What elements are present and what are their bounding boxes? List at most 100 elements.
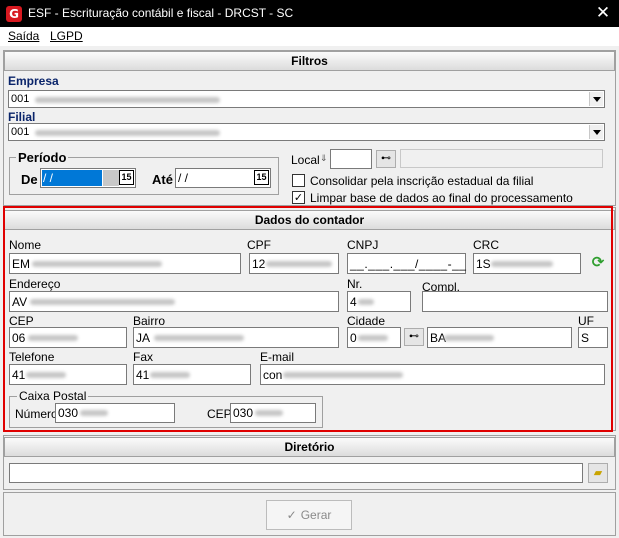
cep2-field[interactable]: 030 [230,403,316,423]
de-date-gap [103,170,119,186]
menu-saida[interactable]: Saída [8,29,39,43]
filtros-header: Filtros [4,51,615,71]
redacted-bairro [154,335,244,341]
redacted-cep [28,335,78,341]
checkmark-icon: ✓ [286,508,297,522]
chevron-down-icon[interactable] [589,92,603,106]
nome-label: Nome [9,238,42,252]
crc-field[interactable]: 1S [473,253,581,274]
redacted-cidade [444,335,494,341]
email-value: con [263,368,283,382]
telefone-field[interactable]: 41 [9,364,127,385]
calendar-icon[interactable]: 15 [119,170,134,185]
redacted-cidade-code [358,335,388,341]
endereco-field[interactable]: AV [9,291,339,312]
refresh-icon[interactable]: ⟳ [588,252,608,272]
cidade-code-value: 0 [350,331,357,345]
chevron-down-icon[interactable] [589,125,603,139]
menu-lgpd[interactable]: LGPD [50,29,83,43]
cnpj-field[interactable]: __.___.___/____-__ [347,253,466,274]
folder-icon[interactable]: ▰ [588,463,608,483]
compl-field[interactable] [422,291,608,312]
email-field[interactable]: con [260,364,605,385]
cnpj-label: CNPJ [347,238,379,252]
limpar-checkbox[interactable]: ✓ [292,191,305,204]
cpf-value: 12 [252,257,266,271]
local-name-field [400,149,603,168]
empresa-value: 001 [11,93,30,105]
diretorio-field[interactable] [9,463,583,483]
cep-field[interactable]: 06 [9,327,127,348]
empresa-label: Empresa [8,74,59,88]
uf-field[interactable]: S [578,327,608,348]
filial-label: Filial [8,110,36,124]
endereco-label: Endereço [9,277,61,291]
nr-field[interactable]: 4 [347,291,411,312]
de-date-value: / / [43,171,54,185]
redacted-email [283,372,403,378]
cidade-label: Cidade [347,314,386,328]
telefone-value: 41 [12,368,26,382]
fax-field[interactable]: 41 [133,364,251,385]
periodo-title: Período [16,150,69,165]
bairro-field[interactable]: JA [133,327,339,348]
gerar-label: Gerar [300,508,332,522]
crc-value: 1S [476,257,491,271]
redacted-empresa [35,97,220,103]
fax-label: Fax [133,350,154,364]
uf-label: UF [578,314,594,328]
filial-value: 001 [11,126,30,138]
bairro-label: Bairro [133,314,166,328]
cnpj-value: __.___.___/____-__ [350,257,467,271]
ate-date-value: / / [178,171,189,185]
window-title: ESF - Escrituração contábil e fiscal - D… [28,6,294,20]
close-icon[interactable]: ✕ [592,2,614,24]
redacted-endereco [30,299,175,305]
cep-value: 06 [12,331,26,345]
filial-select[interactable]: 001 [8,123,605,141]
nome-value: EM [12,257,30,271]
redacted-nr [358,299,374,305]
numero-label: Número [15,407,58,421]
ate-label: Até [152,172,173,187]
binoculars-icon[interactable]: ⊷ [376,150,396,168]
cidade-code-field[interactable]: 0 [347,327,401,348]
de-date-field[interactable]: / / 15 [40,168,136,188]
redacted-cep2 [255,410,283,416]
app-logo-icon: G [6,6,22,22]
telefone-label: Telefone [9,350,55,364]
nome-field[interactable]: EM [9,253,241,274]
redacted-cpf [266,261,332,267]
diretorio-header: Diretório [4,437,615,457]
cep-label: CEP [9,314,34,328]
local-code-field[interactable] [330,149,372,169]
local-label: Local [291,153,320,167]
calendar-icon[interactable]: 15 [254,170,269,185]
menu-saida-label: Saída [8,29,40,43]
binoculars-icon[interactable]: ⊷ [404,328,424,346]
cidade-name-field[interactable]: BA [427,327,572,348]
limpar-label: Limpar base de dados ao final do process… [310,191,573,205]
menu-lgpd-label: LGPD [50,29,83,43]
gerar-button[interactable]: ✓ Gerar [266,500,352,530]
nr-value: 4 [350,295,357,309]
redacted-nome [32,261,162,267]
caixa-postal-title: Caixa Postal [17,389,89,403]
numero-field[interactable]: 030 [55,403,175,423]
endereco-value: AV [12,295,28,309]
redacted-telefone [26,372,66,378]
ate-date-field[interactable]: / / 15 [175,168,271,188]
cep2-label: CEP [207,407,232,421]
redacted-crc [491,261,553,267]
consolidar-checkbox[interactable] [292,174,305,187]
email-label: E-mail [260,350,295,364]
empresa-select[interactable]: 001 [8,90,605,108]
bairro-value: JA [136,331,151,345]
nr-label: Nr. [347,277,363,291]
cpf-label: CPF [247,238,271,252]
cpf-field[interactable]: 12 [249,253,339,274]
crc-label: CRC [473,238,499,252]
sort-down-icon: ⇓ [320,153,328,163]
menu-bar [0,27,619,46]
redacted-numero [80,410,108,416]
